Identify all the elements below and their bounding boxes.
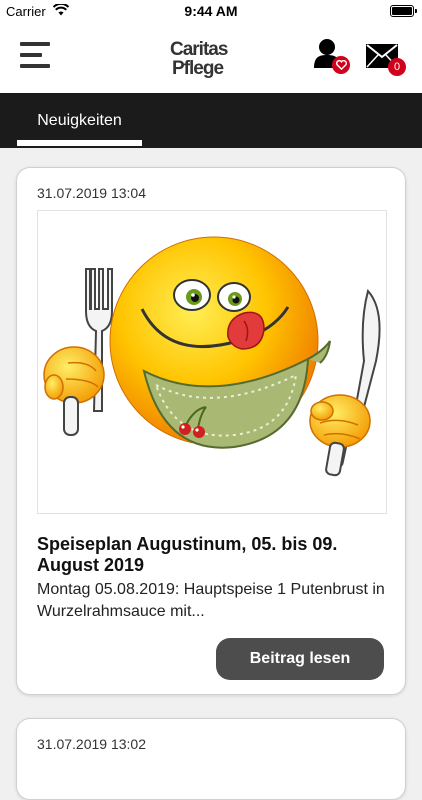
smiley-eating-icon (43, 236, 381, 477)
hamburger-menu-icon[interactable] (20, 42, 52, 68)
battery-icon (390, 5, 417, 17)
post-image (37, 210, 387, 514)
post-card[interactable]: 31.07.2019 13:02 (16, 718, 406, 800)
favorites-badge (332, 56, 350, 74)
mail-count-badge: 0 (388, 58, 406, 76)
messages-button[interactable]: 0 (366, 40, 408, 78)
logo-line-2: Pflege (172, 58, 224, 79)
active-tab-indicator (17, 140, 142, 146)
post-date: 31.07.2019 13:04 (37, 185, 146, 201)
post-card[interactable]: 31.07.2019 13:04 Speiseplan Augustinum, … (16, 167, 406, 695)
profile-favorites-button[interactable] (312, 38, 352, 78)
app-logo: Caritas Pflege (170, 40, 240, 78)
post-title: Speiseplan Augustinum, 05. bis 09. Augus… (37, 534, 338, 575)
status-bar: Carrier 9:44 AM (0, 0, 422, 22)
status-time: 9:44 AM (184, 3, 238, 19)
post-excerpt: Montag 05.08.2019: Hauptspeise 1 Putenbr… (37, 581, 385, 620)
app-header: Caritas Pflege 0 (0, 22, 422, 93)
read-post-button[interactable]: Beitrag lesen (216, 638, 384, 680)
logo-line-1: Caritas (170, 39, 228, 60)
heart-icon (335, 60, 347, 70)
